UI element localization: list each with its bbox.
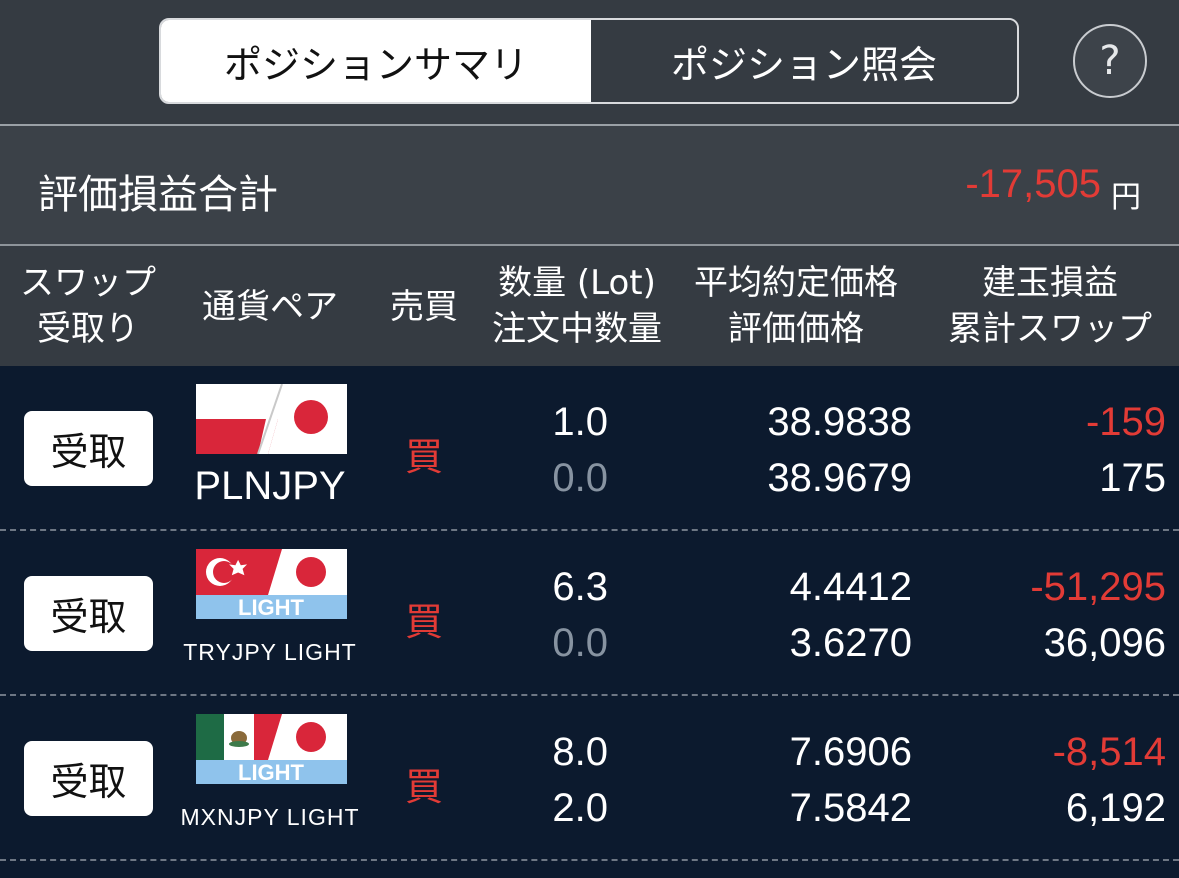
receive-swap-button[interactable]: 受取 — [24, 411, 153, 486]
turkey-japan-light-flag-icon: LIGHT — [196, 549, 347, 619]
table-header: スワップ 受取り 通貨ペア 売買 数量 (Lot) 注文中数量 平均約定価格 評… — [0, 246, 1179, 366]
light-badge: LIGHT — [238, 760, 305, 784]
header-quantity: 数量 (Lot) 注文中数量 — [492, 263, 662, 349]
position-pl: -8,514 — [1052, 730, 1166, 774]
side-buy: 買 — [404, 435, 443, 479]
avg-price: 38.9838 — [767, 400, 912, 444]
side-buy: 買 — [404, 600, 443, 644]
segmented-control: ポジションサマリ ポジション照会 — [159, 18, 1019, 104]
quantity: 6.3 — [552, 565, 608, 609]
pair-name: TRYJPY LIGHT — [183, 639, 357, 665]
mexico-japan-light-flag-icon: LIGHT — [196, 714, 347, 784]
avg-price: 4.4412 — [789, 565, 912, 609]
position-pl: -51,295 — [1030, 565, 1166, 609]
quantity: 1.0 — [552, 400, 608, 444]
pair-name: MXNJPY LIGHT — [180, 804, 360, 830]
light-badge: LIGHT — [238, 595, 305, 619]
total-pl-label: 評価損益合計 — [38, 172, 278, 218]
eval-price: 7.5842 — [789, 786, 912, 830]
cumulative-swap: 36,096 — [1043, 621, 1166, 665]
eval-price: 38.9679 — [767, 456, 912, 500]
pending-quantity: 0.0 — [552, 621, 608, 665]
table-row[interactable]: 受取 LIGHT MXNJPY LIGHT 買 8.0 2.0 7.6906 7… — [0, 696, 1179, 861]
table-row[interactable]: 受取 LIGHT TRYJPY LIGHT 買 6.3 0.0 4.4412 3… — [0, 531, 1179, 696]
row-divider — [0, 859, 1179, 861]
poland-japan-flag-icon — [196, 384, 347, 454]
header-pl: 建玉損益 累計スワップ — [948, 263, 1152, 349]
header-pair: 通貨ペア — [202, 287, 338, 327]
table-row[interactable]: 受取 PLNJPY 買 1.0 0.0 38.9838 38.9679 -159… — [0, 366, 1179, 531]
help-icon[interactable]: ? — [1073, 24, 1147, 98]
position-list: 受取 PLNJPY 買 1.0 0.0 38.9838 38.9679 -159… — [0, 366, 1179, 878]
total-pl-unit: 円 — [1111, 180, 1141, 215]
avg-price: 7.6906 — [789, 730, 912, 774]
receive-swap-button[interactable]: 受取 — [24, 741, 153, 816]
header-swap-receive: スワップ 受取り — [20, 263, 156, 349]
top-bar: ポジションサマリ ポジション照会 ? — [0, 0, 1179, 124]
eval-price: 3.6270 — [789, 621, 912, 665]
tab-position-summary[interactable]: ポジションサマリ — [161, 20, 591, 102]
pending-quantity: 0.0 — [552, 456, 608, 500]
cumulative-swap: 175 — [1099, 456, 1166, 500]
pair-name: PLNJPY — [194, 464, 346, 508]
total-pl-value: -17,505 — [965, 162, 1101, 206]
total-pl-row: 評価損益合計 -17,505 円 — [0, 126, 1179, 244]
header-price: 平均約定価格 評価価格 — [694, 263, 898, 349]
header-side: 売買 — [390, 287, 458, 327]
cumulative-swap: 6,192 — [1065, 786, 1166, 830]
position-pl: -159 — [1085, 400, 1166, 444]
tab-position-inquiry[interactable]: ポジション照会 — [591, 20, 1017, 102]
side-buy: 買 — [404, 765, 443, 809]
receive-swap-button[interactable]: 受取 — [24, 576, 153, 651]
pending-quantity: 2.0 — [552, 786, 608, 830]
quantity: 8.0 — [552, 730, 608, 774]
